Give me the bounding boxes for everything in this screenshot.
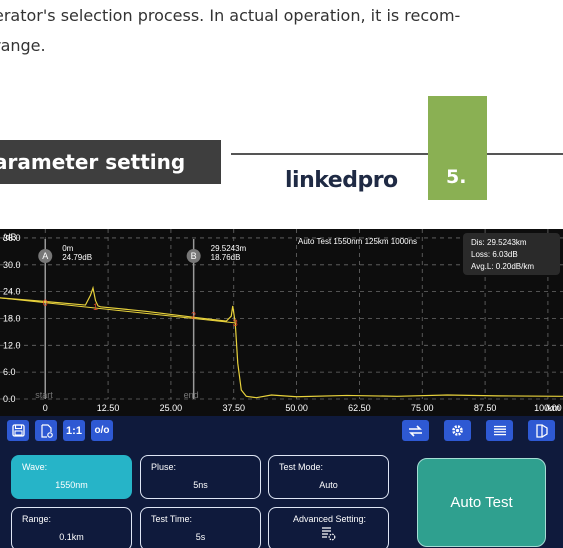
cursor-distance: 29.5243m: [211, 244, 247, 253]
cursor-footer: start: [35, 390, 53, 400]
parameter-panel: Wave: 1550nm Pluse: 5ns Test Mode: Auto …: [0, 445, 563, 548]
x-axis-label: /km: [546, 403, 561, 413]
intro-line: erator's selection process. In actual op…: [0, 6, 461, 25]
file-settings-icon[interactable]: [35, 420, 57, 441]
cursor-label: B: [191, 251, 197, 261]
overlay-toggle-button[interactable]: o/o: [91, 420, 113, 441]
x-tick-label: 62.50: [348, 403, 371, 413]
advanced-settings-icon: [321, 526, 336, 543]
y-tick-label: 36.0: [3, 233, 21, 243]
range-label: Range:: [22, 514, 52, 524]
y-tick-label: 0.0: [3, 394, 16, 404]
test-header: Auto Test 1550nm 125km 1000ns: [298, 237, 417, 246]
x-tick-label: 37.50: [222, 403, 245, 413]
brand-logo: linkedpro: [285, 168, 398, 193]
range-setting[interactable]: Range: 0.1km: [11, 507, 132, 548]
manual-intro-text: erator's selection process. In actual op…: [0, 0, 563, 70]
otdr-trace-chart[interactable]: /dB 36.0 30.0 24.0 18.0 12.0 6.0 0.0 0 12.50 25.00…: [0, 229, 563, 416]
wave-setting[interactable]: Wave: 1550nm: [11, 455, 132, 499]
toolbar: 1:1 o/o: [0, 416, 563, 445]
event-marker: 0: [43, 298, 48, 308]
pluse-setting[interactable]: Pluse: 5ns: [140, 455, 261, 499]
test-time-label: Test Time:: [151, 514, 193, 524]
event-marker: 3: [233, 318, 238, 328]
pluse-label: Pluse:: [151, 462, 177, 472]
test-mode-setting[interactable]: Test Mode: Auto: [268, 455, 389, 499]
cursor-footer: end: [184, 390, 199, 400]
wave-label: Wave:: [22, 462, 48, 472]
wave-value: 1550nm: [55, 480, 88, 490]
section-number-tab: 5.: [428, 96, 487, 200]
floppy-disk-icon[interactable]: [7, 420, 29, 441]
cursor-label: A: [42, 251, 48, 261]
cursor-distance: 0m: [62, 244, 73, 253]
y-tick-label: 6.0: [3, 367, 16, 377]
x-tick-label: 12.50: [97, 403, 120, 413]
swap-arrows-icon[interactable]: [402, 420, 429, 441]
x-tick-label: 75.00: [411, 403, 434, 413]
x-tick-label: 87.50: [474, 403, 497, 413]
divider: [231, 153, 428, 155]
range-value: 0.1km: [59, 532, 84, 542]
section-title: arameter setting: [0, 140, 221, 184]
otdr-screen: /dB 36.0 30.0 24.0 18.0 12.0 6.0 0.0 0 12.50 25.00…: [0, 229, 563, 548]
y-tick-label: 24.0: [3, 287, 21, 297]
test-mode-value: Auto: [319, 480, 338, 490]
info-line: Dis: 29.5243km: [471, 238, 527, 247]
test-time-setting[interactable]: Test Time: 5s: [140, 507, 261, 548]
ratio-button[interactable]: 1:1: [63, 420, 85, 441]
event-marker: 1: [93, 302, 98, 312]
cursor-loss: 18.76dB: [211, 253, 241, 262]
intro-line: range.: [0, 36, 46, 55]
info-line: Loss: 6.03dB: [471, 250, 518, 259]
event-marker: 2: [191, 310, 196, 320]
y-tick-label: 12.0: [3, 340, 21, 350]
x-tick-label: 25.00: [160, 403, 183, 413]
divider: [487, 153, 563, 155]
auto-test-button[interactable]: Auto Test: [417, 458, 546, 547]
exit-door-icon[interactable]: [528, 420, 555, 441]
list-icon[interactable]: [486, 420, 513, 441]
gear-icon[interactable]: [444, 420, 471, 441]
advanced-setting-label: Advanced Setting:: [293, 514, 367, 524]
y-tick-label: 30.0: [3, 260, 21, 270]
test-mode-label: Test Mode:: [279, 462, 324, 472]
x-tick-label: 50.00: [285, 403, 308, 413]
y-tick-label: 18.0: [3, 313, 21, 323]
pluse-value: 5ns: [193, 480, 208, 490]
test-time-value: 5s: [195, 532, 206, 542]
info-line: Avg.L: 0.20dB/km: [471, 262, 534, 271]
cursor-loss: 24.79dB: [62, 253, 92, 262]
x-tick-label: 0: [43, 403, 48, 413]
advanced-setting[interactable]: Advanced Setting:: [268, 507, 389, 548]
